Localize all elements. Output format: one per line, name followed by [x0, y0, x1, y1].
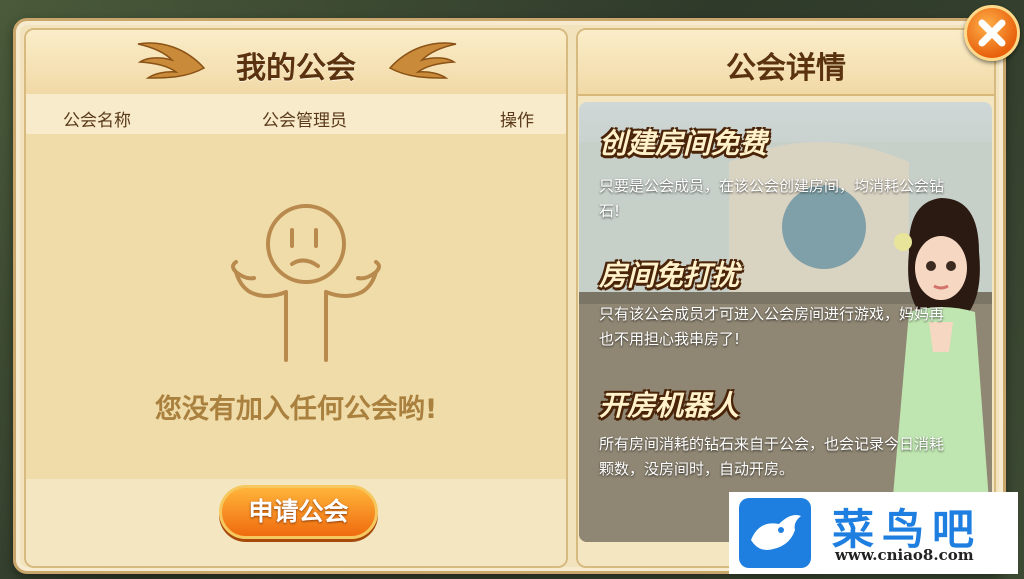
empty-state-message: 您没有加入任何公会哟!	[154, 394, 438, 425]
feature-desc-no-disturb: 只有该公会成员才可进入公会房间进行游戏，妈妈再也不用担心我串房了!	[599, 305, 945, 348]
feature-title-no-disturb: 房间免打扰	[599, 259, 740, 292]
feature-title-free-room: 创建房间免费	[599, 127, 768, 160]
bird-logo-icon	[739, 498, 811, 568]
my-guild-header: 我的公会	[26, 30, 566, 96]
right-wing-icon	[388, 42, 457, 79]
shrug-face-icon	[231, 204, 381, 362]
guild-details-header: 公会详情	[578, 30, 994, 96]
feature-desc-robot: 所有房间消耗的钻石来自于公会，也会记录今日消耗颗数，没房间时，自动开房。	[599, 435, 945, 478]
column-guild-admin: 公会管理员	[262, 111, 347, 131]
guild-list: 您没有加入任何公会哟!	[26, 134, 566, 479]
close-icon	[978, 19, 1006, 47]
my-guild-panel: 我的公会 公会名称 公会管理员 操作 您没有加入任何公会哟! 申请公会	[24, 28, 568, 568]
apply-guild-button[interactable]: 申请公会	[219, 485, 378, 539]
column-guild-name: 公会名称	[63, 111, 131, 131]
character-illustration	[889, 198, 992, 542]
guild-details-panel: 公会详情 创建房间免费 只要是公会成员，在该公会创建房间，均消耗公会钻石! 房间…	[576, 28, 996, 568]
close-button[interactable]	[964, 5, 1020, 61]
page-title: 我的公会	[236, 51, 356, 86]
watermark-url: www.cniao8.com	[835, 546, 974, 564]
feature-desc-free-room: 只要是公会成员，在该公会创建房间，均消耗公会钻石!	[599, 177, 945, 220]
watermark: 菜鸟吧 www.cniao8.com	[729, 492, 1018, 574]
left-footer: 申请公会	[26, 479, 566, 566]
details-title: 公会详情	[726, 51, 846, 86]
feature-title-robot: 开房机器人	[599, 389, 740, 422]
details-illustration: 创建房间免费 只要是公会成员，在该公会创建房间，均消耗公会钻石! 房间免打扰 只…	[579, 102, 992, 542]
column-action: 操作	[500, 111, 534, 131]
table-header: 公会名称 公会管理员 操作	[26, 94, 566, 134]
